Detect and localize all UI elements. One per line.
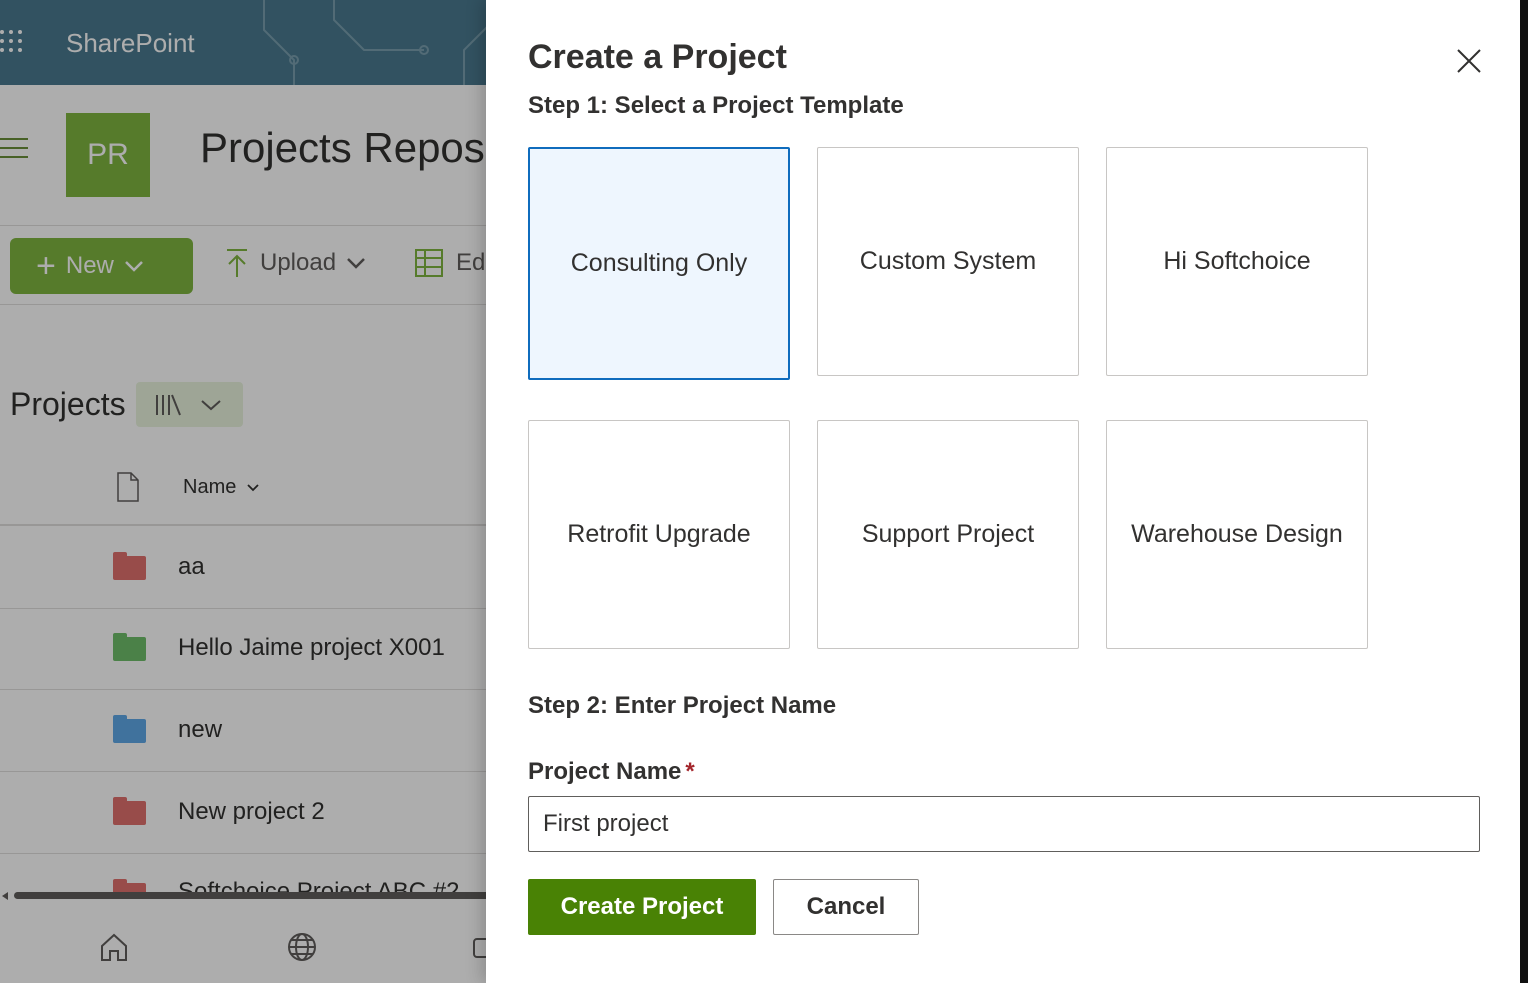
close-icon: [1457, 49, 1481, 73]
cancel-button[interactable]: Cancel: [773, 879, 919, 935]
close-button[interactable]: [1452, 44, 1486, 78]
panel-title: Create a Project: [528, 38, 787, 76]
template-tile-warehouse-design[interactable]: Warehouse Design: [1106, 420, 1368, 649]
create-project-panel: Create a Project Step 1: Select a Projec…: [486, 0, 1520, 983]
project-name-label-text: Project Name: [528, 758, 682, 785]
template-tile-support-project[interactable]: Support Project: [817, 420, 1079, 649]
create-project-button[interactable]: Create Project: [528, 879, 756, 935]
required-marker: *: [685, 758, 695, 785]
project-name-label: Project Name *: [528, 758, 695, 786]
template-tile-hi-softchoice[interactable]: Hi Softchoice: [1106, 147, 1368, 376]
window-edge: [1520, 0, 1528, 983]
project-name-input[interactable]: [528, 796, 1480, 852]
template-tile-retrofit-upgrade[interactable]: Retrofit Upgrade: [528, 420, 790, 649]
template-tile-custom-system[interactable]: Custom System: [817, 147, 1079, 376]
template-tile-consulting-only[interactable]: Consulting Only: [528, 147, 790, 380]
step2-label: Step 2: Enter Project Name: [528, 692, 837, 719]
step1-label: Step 1: Select a Project Template: [528, 92, 904, 119]
